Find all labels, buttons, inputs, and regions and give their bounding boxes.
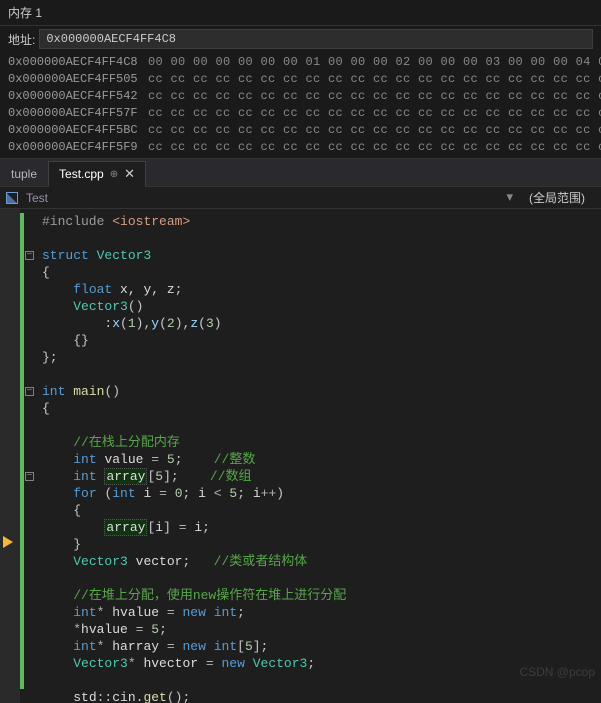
memory-rows: 0x000000AECF4FF4C800 00 00 00 00 00 00 0… xyxy=(0,52,601,158)
memory-row: 0x000000AECF4FF5BCcc cc cc cc cc cc cc c… xyxy=(0,122,601,139)
tab-strip: tuple Test.cpp ⊕ ✕ xyxy=(0,159,601,187)
code-area[interactable]: #include <iostream> struct Vector3{ floa… xyxy=(36,209,601,703)
memory-row: 0x000000AECF4FF4C800 00 00 00 00 00 00 0… xyxy=(0,54,601,71)
highlight-array: array xyxy=(104,519,147,536)
memory-row: 0x000000AECF4FF5F9cc cc cc cc cc cc cc c… xyxy=(0,139,601,156)
outline-margin[interactable] xyxy=(24,209,36,703)
outline-collapse-icon[interactable] xyxy=(25,387,34,396)
memory-row: 0x000000AECF4FF542cc cc cc cc cc cc cc c… xyxy=(0,88,601,105)
pin-icon[interactable]: ⊕ xyxy=(110,169,118,180)
memory-row: 0x000000AECF4FF505cc cc cc cc cc cc cc c… xyxy=(0,71,601,88)
outline-collapse-icon[interactable] xyxy=(25,251,34,260)
scope-dropdown[interactable]: Test xyxy=(22,191,500,205)
outline-collapse-icon[interactable] xyxy=(25,472,34,481)
memory-panel-title: 内存 1 xyxy=(0,0,601,26)
current-line-arrow-icon xyxy=(3,536,13,548)
tab-tuple[interactable]: tuple xyxy=(0,160,48,186)
memory-address-bar: 地址: xyxy=(0,26,601,52)
scope-bar: Test ▾ (全局范围) xyxy=(0,187,601,209)
member-dropdown[interactable]: (全局范围) xyxy=(519,189,595,206)
memory-panel: 内存 1 地址: 0x000000AECF4FF4C800 00 00 00 0… xyxy=(0,0,601,159)
code-editor[interactable]: #include <iostream> struct Vector3{ floa… xyxy=(0,209,601,703)
memory-address-label: 地址: xyxy=(8,31,35,48)
tab-label: tuple xyxy=(11,167,37,181)
memory-row: 0x000000AECF4FF57Fcc cc cc cc cc cc cc c… xyxy=(0,105,601,122)
tab-label: Test.cpp xyxy=(59,167,104,181)
highlight-array: array xyxy=(104,468,147,485)
breakpoint-margin[interactable] xyxy=(0,209,20,703)
memory-address-input[interactable] xyxy=(39,29,593,49)
close-icon[interactable]: ✕ xyxy=(124,166,135,182)
scope-icon xyxy=(6,192,18,204)
chevron-down-icon[interactable]: ▾ xyxy=(500,190,519,205)
tab-test-cpp[interactable]: Test.cpp ⊕ ✕ xyxy=(48,161,146,187)
